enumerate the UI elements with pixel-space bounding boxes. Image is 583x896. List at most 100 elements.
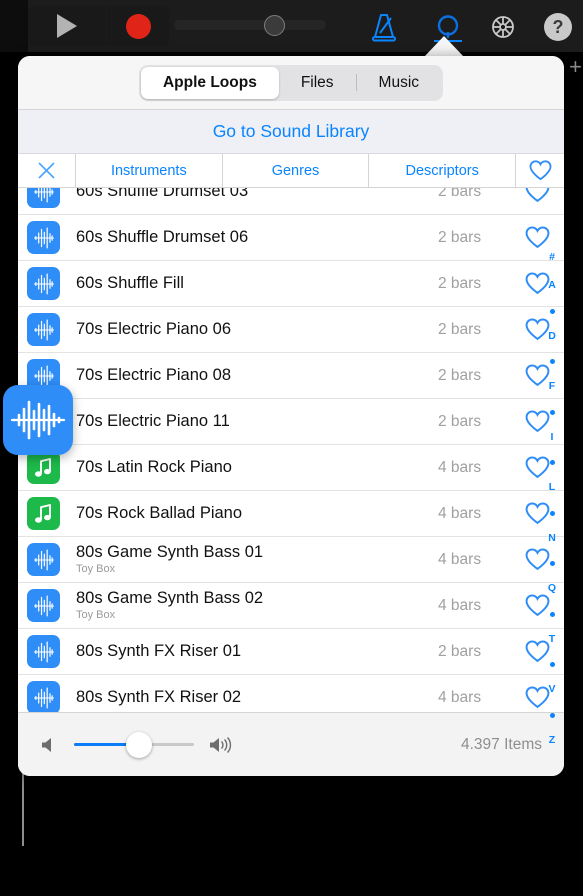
index-letter[interactable]: Q [548,583,556,594]
filter-favorites-button[interactable] [516,154,564,187]
loop-type-waveform-icon [27,681,60,712]
loop-title: 80s Synth FX Riser 02 [76,688,242,706]
loop-row[interactable]: 80s Game Synth Bass 02 Toy Box 4 bars [18,583,564,629]
loop-length: 2 bars [438,188,482,200]
gear-icon [492,16,514,38]
loop-row[interactable]: 70s Electric Piano 06 2 bars [18,307,564,353]
loop-row[interactable]: 60s Shuffle Drumset 03 2 bars [18,188,564,215]
loop-row-text: 70s Electric Piano 06 [60,320,438,339]
loop-length: 4 bars [438,688,482,706]
index-letter[interactable]: L [549,482,555,493]
record-button[interactable] [107,6,169,46]
speaker-low-icon[interactable] [40,735,60,755]
loop-length: 2 bars [438,412,482,430]
master-slider-knob[interactable] [264,15,285,36]
index-dot[interactable] [549,611,555,617]
loop-row[interactable]: 70s Electric Piano 08 2 bars [18,353,564,399]
loop-row-text: 70s Rock Ballad Piano [60,504,438,523]
volume-knob[interactable] [126,731,152,758]
loop-title: 70s Electric Piano 11 [76,412,230,430]
loop-row-text: 60s Shuffle Drumset 06 [60,228,438,247]
waveform-icon [33,188,54,202]
go-to-sound-library-link[interactable]: Go to Sound Library [18,110,564,154]
close-filters-button[interactable] [18,154,76,187]
loop-length: 2 bars [438,320,482,338]
speaker-high-icon[interactable] [208,735,238,755]
add-track-icon[interactable]: + [569,56,583,78]
heart-icon [525,188,549,203]
loop-row[interactable]: 80s Game Synth Bass 01 Toy Box 4 bars [18,537,564,583]
metronome-button[interactable] [364,8,404,46]
play-icon [57,14,77,38]
waveform-icon [33,641,54,662]
metronome-icon [372,14,396,42]
loop-length: 2 bars [438,642,482,660]
index-letter[interactable]: N [548,532,556,544]
index-dot[interactable] [549,460,555,465]
index-letter[interactable]: A [548,280,556,291]
loop-row[interactable]: 60s Shuffle Drumset 06 2 bars [18,215,564,261]
index-dot[interactable] [549,409,555,415]
popover-footer: 4.397 Items [18,712,564,776]
loop-type-waveform-icon [27,589,60,622]
tab-apple-loops[interactable]: Apple Loops [140,66,279,99]
waveform-icon [33,273,54,294]
loop-title: 60s Shuffle Drumset 06 [76,228,249,246]
index-letter[interactable]: Z [549,734,555,746]
loop-length: 2 bars [438,366,482,384]
volume-slider[interactable] [74,731,194,758]
favorite-button[interactable] [510,188,564,203]
loop-list[interactable]: 60s Shuffle Drumset 03 2 bars 60s Shuffle… [18,188,564,712]
index-dot[interactable] [549,712,555,718]
tab-files[interactable]: Files [279,67,356,99]
loop-row-text: 80s Game Synth Bass 02 Toy Box [60,589,438,622]
loop-length: 4 bars [438,458,482,476]
settings-button[interactable] [483,8,523,46]
tab-music[interactable]: Music [357,67,441,99]
loop-list-rows: 60s Shuffle Drumset 03 2 bars 60s Shuffle… [18,188,564,712]
help-button[interactable]: ? [538,8,578,46]
loop-row-text: 80s Synth FX Riser 01 [60,642,438,661]
alphabet-index[interactable]: # A D F I L N Q T V Z [540,246,564,752]
loop-row-text: 80s Game Synth Bass 01 Toy Box [60,543,438,576]
play-button[interactable] [28,6,106,46]
loop-row-text: 80s Synth FX Riser 02 [60,688,438,707]
loop-row[interactable]: 70s Latin Rock Piano 4 bars [18,445,564,491]
loop-type-waveform-icon [27,188,60,208]
index-dot[interactable] [549,561,555,566]
index-letter[interactable]: # [549,252,555,263]
help-icon: ? [544,13,572,41]
filter-descriptors[interactable]: Descriptors [369,154,517,187]
loop-row[interactable]: 80s Synth FX Riser 01 2 bars [18,629,564,675]
music-note-icon [35,503,51,523]
loop-row[interactable]: 60s Shuffle Fill 2 bars [18,261,564,307]
loop-title: 70s Latin Rock Piano [76,458,232,476]
loop-row[interactable]: 70s Electric Piano 11 2 bars [18,399,564,445]
loop-row-text: 70s Electric Piano 11 [60,412,438,431]
index-dot[interactable] [549,510,555,516]
index-letter[interactable]: I [551,431,554,443]
index-letter[interactable]: D [548,330,556,342]
index-letter[interactable]: V [548,684,555,695]
loop-title: 70s Electric Piano 06 [76,320,232,338]
loop-title: 80s Game Synth Bass 01 [76,543,264,561]
loop-title: 60s Shuffle Fill [76,274,184,292]
record-icon [125,13,151,39]
waveform-icon [33,227,54,248]
index-dot[interactable] [549,359,555,364]
loop-row[interactable]: 70s Rock Ballad Piano 4 bars [18,491,564,537]
loop-type-waveform-icon [27,313,60,346]
index-dot[interactable] [549,662,555,667]
music-note-icon [35,457,51,477]
index-letter[interactable]: T [549,633,555,645]
master-slider[interactable] [174,15,326,36]
dragged-loop-icon[interactable] [3,385,73,455]
index-letter[interactable]: F [549,381,555,392]
loop-row[interactable]: 80s Synth FX Riser 02 4 bars [18,675,564,712]
filter-instruments[interactable]: Instruments [76,154,223,187]
loop-title: 70s Rock Ballad Piano [76,504,243,522]
index-dot[interactable] [549,308,555,314]
loop-length: 4 bars [438,504,482,522]
filter-genres[interactable]: Genres [223,154,370,187]
loop-row-text: 60s Shuffle Fill [60,274,438,293]
